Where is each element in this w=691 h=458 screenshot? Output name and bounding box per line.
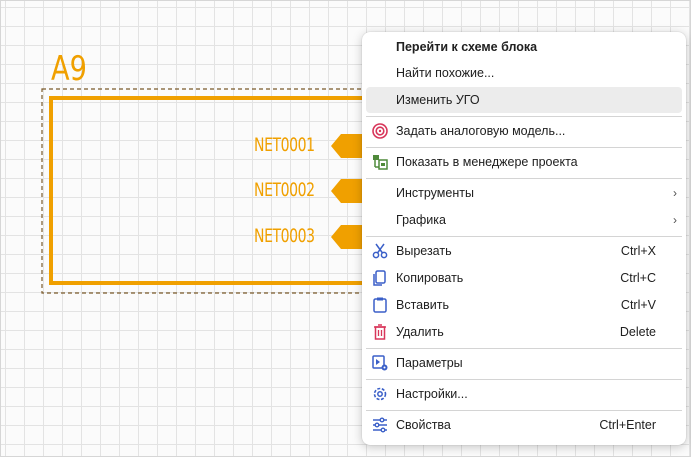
menu-item-show-in-project-manager[interactable]: Показать в менеджере проекта: [366, 149, 682, 175]
shortcut: Ctrl+C: [620, 271, 656, 285]
gear-icon: [373, 387, 387, 401]
copy-icon: [373, 270, 386, 286]
menu-item-label: Настройки...: [396, 387, 468, 401]
menu-item-label: Удалить: [396, 325, 444, 339]
menu-item-edit-symbol[interactable]: Изменить УГО: [366, 87, 682, 113]
scissors-icon: [372, 243, 388, 259]
chevron-right-icon: ›: [673, 213, 677, 227]
menu-item-paste[interactable]: Вставить Ctrl+V: [366, 292, 682, 318]
sliders-icon: [373, 417, 387, 433]
shortcut: Delete: [619, 325, 656, 339]
menu-separator: [366, 410, 682, 411]
menu-item-label: Найти похожие...: [396, 66, 495, 80]
menu-item-label: Инструменты: [396, 186, 474, 200]
project-tree-icon: [373, 155, 388, 170]
menu-item-label: Копировать: [396, 271, 464, 285]
menu-item-cut[interactable]: Вырезать Ctrl+X: [366, 238, 682, 264]
menu-item-parameters[interactable]: Параметры: [366, 350, 682, 376]
menu-separator: [366, 348, 682, 349]
spiral-icon: [372, 123, 388, 139]
menu-item-label: Графика: [396, 213, 446, 227]
shortcut: Ctrl+V: [620, 298, 656, 312]
ref-designator[interactable]: A9: [51, 51, 87, 87]
net-label-3[interactable]: NET0003: [254, 225, 315, 247]
menu-item-label: Задать аналоговую модель...: [396, 124, 566, 138]
menu-item-copy[interactable]: Копировать Ctrl+C: [366, 265, 682, 291]
menu-item-label: Изменить УГО: [396, 93, 480, 107]
menu-item-label: Параметры: [396, 356, 463, 370]
menu-item-label: Вырезать: [396, 244, 452, 258]
menu-item-settings[interactable]: Настройки...: [366, 381, 682, 407]
menu-separator: [366, 236, 682, 237]
parameters-icon: [372, 355, 388, 371]
shortcut: Ctrl+Enter: [599, 418, 656, 432]
menu-item-graphics[interactable]: Графика ›: [366, 207, 682, 233]
menu-item-properties[interactable]: Свойства Ctrl+Enter: [366, 412, 682, 438]
menu-item-go-to-block[interactable]: Перейти к схеме блока: [366, 34, 682, 60]
shortcut: Ctrl+X: [620, 244, 656, 258]
menu-item-label: Показать в менеджере проекта: [396, 155, 578, 169]
menu-item-set-analog-model[interactable]: Задать аналоговую модель...: [366, 118, 682, 144]
net-label-1[interactable]: NET0001: [254, 134, 315, 156]
menu-separator: [366, 116, 682, 117]
menu-item-tools[interactable]: Инструменты ›: [366, 180, 682, 206]
component-body: [49, 96, 375, 285]
menu-item-label: Вставить: [396, 298, 449, 312]
clipboard-icon: [373, 297, 387, 313]
menu-item-label: Свойства: [396, 418, 451, 432]
chevron-right-icon: ›: [673, 186, 677, 200]
menu-separator: [366, 147, 682, 148]
menu-separator: [366, 379, 682, 380]
menu-item-delete[interactable]: Удалить Delete: [366, 319, 682, 345]
trash-icon: [374, 324, 386, 340]
context-menu: Перейти к схеме блока Найти похожие... И…: [362, 32, 686, 445]
menu-item-label: Перейти к схеме блока: [396, 40, 538, 54]
net-label-2[interactable]: NET0002: [254, 179, 315, 201]
menu-separator: [366, 178, 682, 179]
menu-item-find-similar[interactable]: Найти похожие...: [366, 60, 682, 86]
